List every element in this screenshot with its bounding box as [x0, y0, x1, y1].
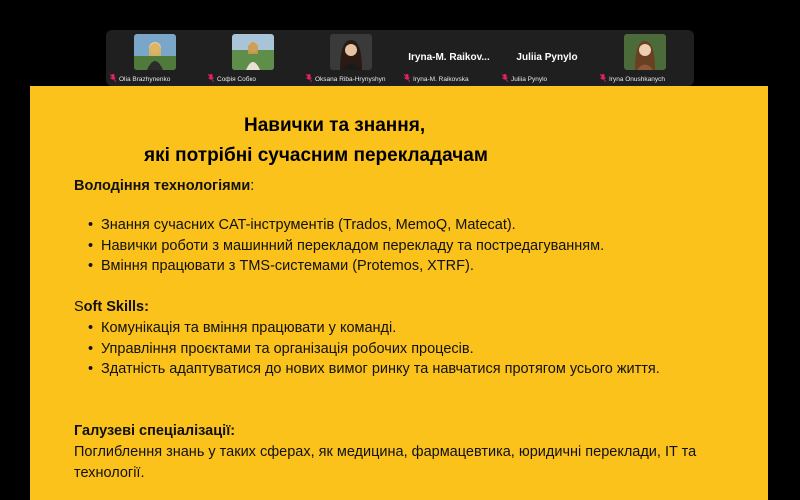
participant-video [624, 34, 666, 70]
participant-display-name: Iryna-M. Raikov... [408, 52, 490, 63]
participant-tile[interactable]: Juliia Pynylo Juliia Pynylo [498, 30, 596, 86]
shared-slide: Навички та знання, які потрібні сучасним… [30, 86, 768, 500]
muted-mic-icon [207, 73, 215, 84]
participant-name-label: Olia Brazhynenko [109, 73, 171, 84]
participant-name: Olia Brazhynenko [119, 75, 171, 83]
participant-name: Iryna-M. Raikovska [413, 75, 469, 83]
participant-tile[interactable]: Iryna-M. Raikov... Iryna-M. Raikovska [400, 30, 498, 86]
participant-name: Софія Собко [217, 75, 256, 83]
industry-section: Галузеві спеціалізації: Поглиблення знан… [74, 420, 714, 483]
participant-name-label: Juliia Pynylo [501, 73, 548, 84]
list-item: Здатність адаптуватися до нових вимог ри… [74, 359, 721, 380]
tech-heading-text: Володіння технологіями [74, 178, 251, 194]
muted-mic-icon [501, 73, 509, 84]
participant-video [134, 34, 176, 70]
tech-list: Знання сучасних CAT-інструментів (Trados… [74, 215, 721, 277]
list-item: Комунікація та вміння працювати у команд… [74, 318, 721, 339]
muted-mic-icon [599, 73, 607, 84]
slide-title-line-2: які потрібні сучасним перекладачам [144, 145, 488, 166]
tech-heading: Володіння технологіями: [74, 175, 721, 197]
industry-heading: Галузеві спеціалізації: [74, 423, 236, 439]
muted-mic-icon [109, 73, 117, 84]
participant-name-label: Софія Собко [207, 73, 256, 84]
participant-display-name: Juliia Pynylo [516, 52, 578, 63]
soft-skills-heading-initial: S [74, 299, 84, 315]
soft-skills-section: Soft Skills: Комунікація та вміння працю… [74, 296, 721, 380]
tech-section: Володіння технологіями: Знання сучасних … [74, 175, 721, 277]
soft-skills-list: Комунікація та вміння працювати у команд… [74, 318, 721, 380]
soft-skills-heading: Soft Skills: [74, 296, 721, 318]
list-item: Управління проєктами та організація робо… [74, 339, 721, 360]
participant-name-label: Oksana Riba-Hrynyshyn [305, 73, 386, 84]
participant-name: Iryna Onushkanych [609, 75, 666, 83]
participant-name-label: Iryna Onushkanych [599, 73, 666, 84]
participant-tile[interactable]: Софія Собко [204, 30, 302, 86]
participant-video [232, 34, 274, 70]
slide-title-line-1: Навички та знання, [244, 115, 426, 136]
list-item: Знання сучасних CAT-інструментів (Trados… [74, 215, 721, 236]
participant-tile[interactable]: Iryna Onushkanych [596, 30, 694, 86]
tech-heading-colon: : [250, 178, 255, 194]
participant-tile[interactable]: Oksana Riba-Hrynyshyn [302, 30, 400, 86]
participant-video [330, 34, 372, 70]
participant-tile[interactable]: Olia Brazhynenko [106, 30, 204, 86]
participant-strip: Olia Brazhynenko Софія Собко Oksana Riba… [106, 30, 694, 86]
participant-name-label: Iryna-M. Raikovska [403, 73, 469, 84]
list-item: Навички роботи з машинний перекладом пер… [74, 236, 721, 257]
muted-mic-icon [305, 73, 313, 84]
participant-name: Oksana Riba-Hrynyshyn [315, 75, 386, 83]
industry-text: Поглиблення знань у таких сферах, як мед… [74, 444, 697, 481]
participant-name: Juliia Pynylo [511, 75, 548, 83]
soft-skills-heading-text: oft Skills: [83, 299, 149, 315]
muted-mic-icon [403, 73, 411, 84]
list-item: Вміння працювати з TMS-системами (Protem… [74, 256, 721, 277]
